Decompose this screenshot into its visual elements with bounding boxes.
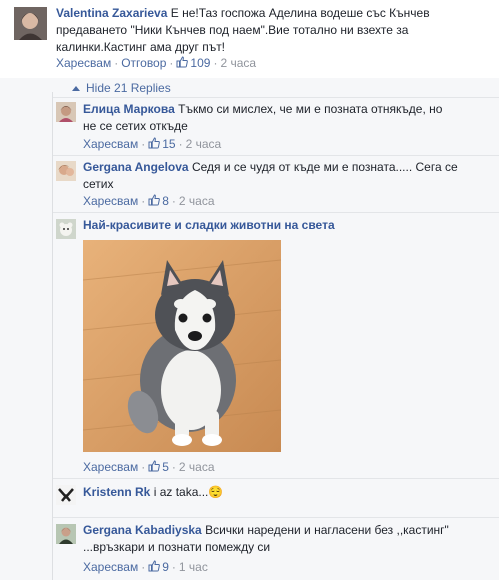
comment-actions: Харесвам · 8 · 2 часа	[83, 194, 215, 208]
divider	[53, 155, 499, 156]
like-count[interactable]: 15	[162, 137, 175, 151]
like-count[interactable]: 5	[162, 460, 169, 474]
avatar[interactable]	[14, 7, 47, 40]
comment-text: Е не!Таз госпожа Аделина водеше със Кънч…	[170, 6, 430, 20]
reply-button[interactable]: Отговор	[121, 56, 166, 70]
avatar[interactable]	[56, 524, 76, 544]
author-name[interactable]: Елица Маркова	[83, 102, 175, 116]
divider	[53, 212, 499, 213]
top-comment: Valentina Zaxarieva Е не!Таз госпожа Аде…	[0, 0, 499, 78]
comment-body: Kristenn Rk i az taka...😌	[83, 484, 493, 501]
comment-text: i az taka...	[153, 485, 209, 499]
comment-text: не се сетих откъде	[83, 119, 188, 133]
avatar-photo	[56, 219, 76, 239]
timestamp[interactable]: 1 час	[179, 560, 208, 574]
divider	[53, 517, 499, 518]
like-button[interactable]: Харесвам	[56, 56, 111, 70]
avatar[interactable]	[56, 102, 76, 122]
thumbs-up-icon	[148, 560, 161, 572]
like-count[interactable]: 109	[190, 56, 210, 70]
like-button[interactable]: Харесвам	[83, 194, 138, 208]
comment-photo[interactable]	[83, 240, 281, 452]
comment-text: предаването "Ники Кънчев под наем".Вие т…	[56, 23, 409, 37]
comment-text: Всички наредени и нагласени без ,,кастин…	[205, 523, 449, 537]
thumbs-up-icon	[148, 194, 161, 206]
thumbs-up-icon	[148, 460, 161, 472]
comment-actions: Харесвам · 15 · 2 часа	[83, 137, 222, 151]
comment-actions: Харесвам · Отговор · 109 · 2 часа	[56, 56, 257, 70]
comment-text: ...връзкари и познати помежду си	[83, 540, 271, 554]
timestamp[interactable]: 2 часа	[179, 460, 215, 474]
avatar-photo	[56, 102, 76, 122]
author-name[interactable]: Valentina Zaxarieva	[56, 6, 167, 20]
avatar[interactable]	[56, 219, 76, 239]
author-name[interactable]: Gergana Kabadiyska	[83, 523, 202, 537]
comment-body: Gergana Angelova Седя и се чудя от къде …	[83, 159, 493, 193]
like-button[interactable]: Харесвам	[83, 137, 138, 151]
thumbs-up-icon	[176, 56, 189, 68]
timestamp[interactable]: 2 часа	[220, 56, 256, 70]
avatar-photo	[56, 524, 76, 544]
like-button[interactable]: Харесвам	[83, 460, 138, 474]
avatar-photo	[56, 161, 76, 181]
like-count[interactable]: 8	[162, 194, 169, 208]
avatar[interactable]	[56, 161, 76, 181]
comment-actions: Харесвам · 9 · 1 час	[83, 560, 208, 574]
comment-text: калинки.Кастинг ама друг път!	[56, 40, 226, 54]
comment-text: сетих	[83, 177, 114, 191]
author-name[interactable]: Gergana Angelova	[83, 160, 189, 174]
like-count[interactable]: 9	[162, 560, 169, 574]
avatar[interactable]	[56, 485, 76, 505]
avatar-photo	[14, 7, 47, 40]
comment-actions: Харесвам · 5 · 2 часа	[83, 460, 215, 474]
timestamp[interactable]: 2 часа	[186, 137, 222, 151]
thread-line	[52, 92, 53, 580]
comment-body: Елица Маркова Тъкмо си мислех, че ми е п…	[83, 101, 493, 135]
divider	[53, 478, 499, 479]
thumbs-up-icon	[148, 137, 161, 149]
comment-text: Тъкмо си мислех, че ми е позната отнякъд…	[178, 102, 443, 116]
hide-replies-link[interactable]: Hide 21 Replies	[72, 81, 171, 95]
husky-puppy-image	[83, 240, 281, 452]
like-button[interactable]: Харесвам	[83, 560, 138, 574]
avatar-photo	[56, 485, 76, 505]
author-name[interactable]: Най-красивите и сладки животни на света	[83, 218, 335, 232]
comment-body: Gergana Kabadiyska Всички наредени и наг…	[83, 522, 493, 556]
author-name[interactable]: Kristenn Rk	[83, 485, 150, 499]
timestamp[interactable]: 2 часа	[179, 194, 215, 208]
divider	[53, 97, 499, 98]
relieved-face-icon: 😌	[208, 485, 224, 499]
comment-body: Valentina Zaxarieva Е не!Таз госпожа Аде…	[56, 5, 496, 56]
comment-body: Най-красивите и сладки животни на света	[83, 217, 493, 234]
hide-replies-label: Hide 21 Replies	[86, 81, 171, 95]
comment-text: Седя и се чудя от къде ми е позната.....…	[191, 160, 458, 174]
collapse-arrow-icon	[72, 86, 80, 91]
